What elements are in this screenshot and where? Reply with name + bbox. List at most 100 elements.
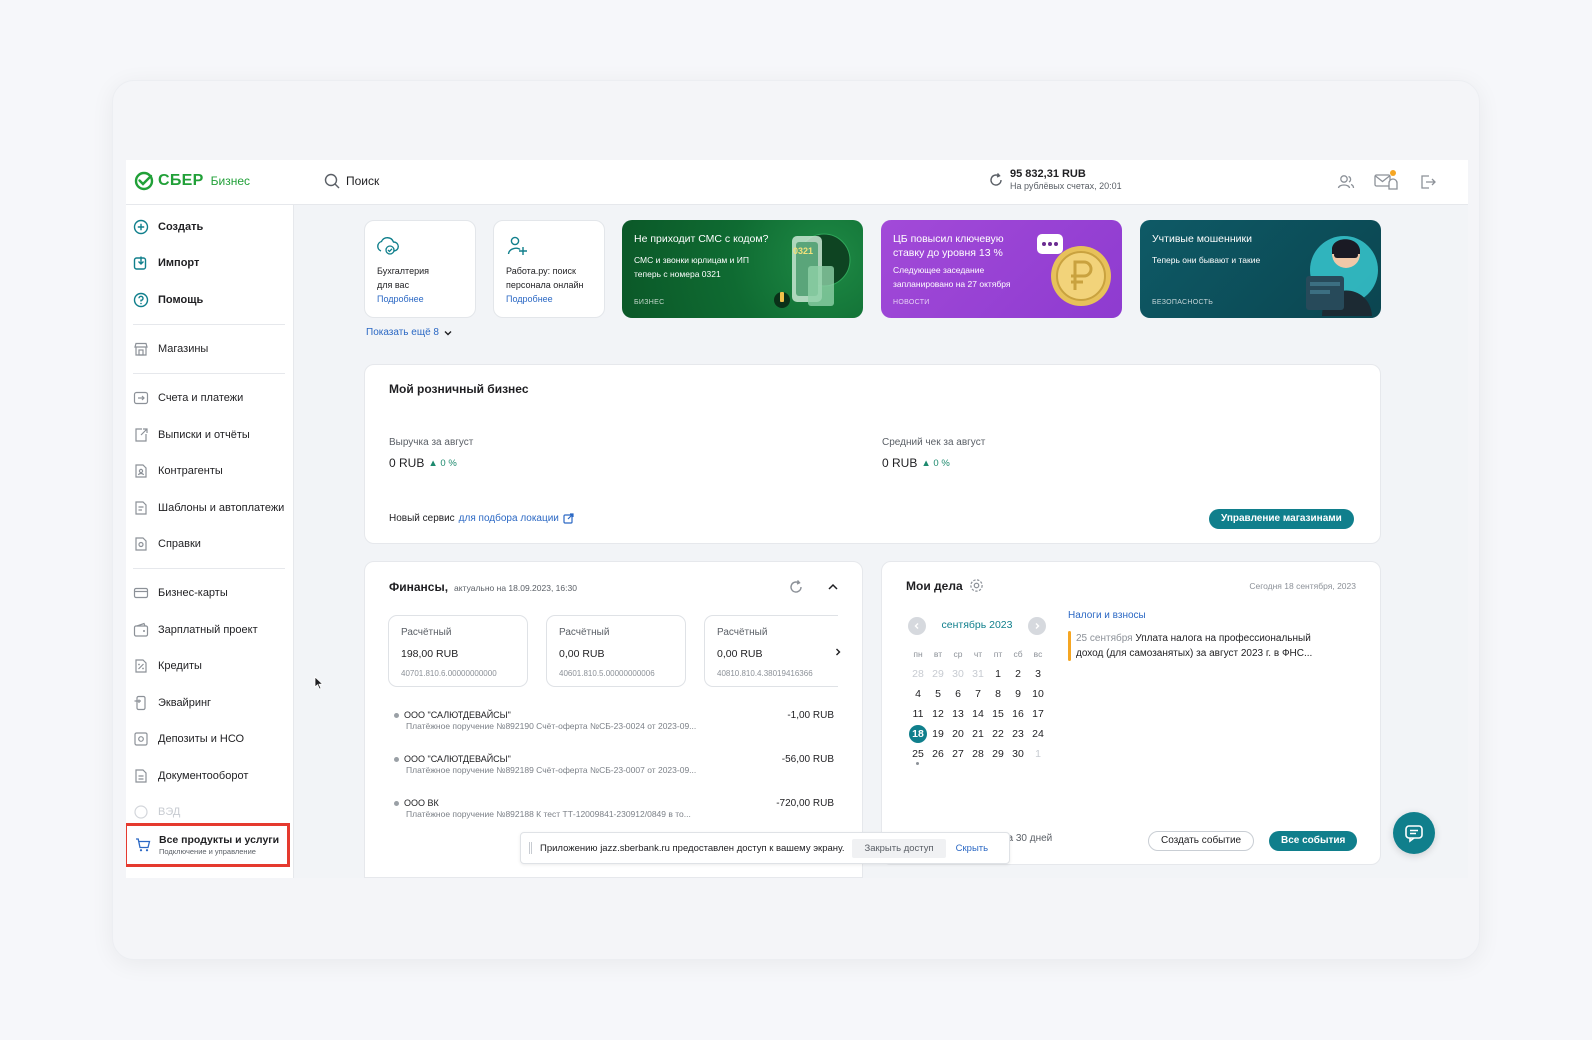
logout-icon[interactable]: [1418, 172, 1438, 192]
all-events-button[interactable]: Все события: [1269, 831, 1358, 851]
account-card[interactable]: Расчётный 0,00 RUB 40601.810.5.000000000…: [546, 615, 686, 687]
account-card[interactable]: Расчётный 0,00 RUB 40810.810.4.380194163…: [704, 615, 838, 687]
accounts-next-button[interactable]: [826, 640, 850, 664]
sidebar-item-acquiring[interactable]: Эквайринг: [133, 693, 211, 713]
calendar-day[interactable]: 6: [948, 685, 968, 703]
calendar-day[interactable]: 7: [968, 685, 988, 703]
chat-button[interactable]: [1393, 812, 1435, 854]
calendar-day[interactable]: 16: [1008, 705, 1028, 723]
calendar-day[interactable]: 19: [928, 725, 948, 743]
calendar-day[interactable]: 29: [928, 665, 948, 683]
sidebar-item-create[interactable]: Создать: [133, 217, 203, 237]
sidebar-item-ved[interactable]: ВЭД: [133, 802, 180, 822]
calendar-day[interactable]: 27: [948, 745, 968, 763]
calendar-day[interactable]: 10: [1028, 685, 1048, 703]
calendar-prev-button[interactable]: [908, 617, 926, 635]
calendar-weekday: пт: [993, 649, 1003, 659]
sidebar-item-credits[interactable]: Кредиты: [133, 656, 202, 676]
drag-handle[interactable]: [529, 842, 532, 854]
notifications-button[interactable]: [1374, 170, 1398, 192]
calendar-day[interactable]: 23: [1008, 725, 1028, 743]
promo-link[interactable]: Подробнее: [377, 292, 424, 306]
sidebar-divider: [133, 373, 285, 374]
calendar-day[interactable]: 30: [948, 665, 968, 683]
calendar-day[interactable]: 29: [988, 745, 1008, 763]
manage-shops-button[interactable]: Управление магазинами: [1209, 509, 1354, 529]
show-more-promos[interactable]: Показать ещё 8: [366, 327, 453, 338]
settings-icon[interactable]: [969, 578, 984, 593]
calendar-day[interactable]: 11: [908, 705, 928, 723]
cart-icon: [136, 838, 151, 852]
create-event-button[interactable]: Создать событие: [1148, 831, 1255, 851]
sidebar-item-label: Контрагенты: [158, 465, 223, 477]
promo-keyrate[interactable]: ЦБ повысил ключевую ставку до уровня 13 …: [881, 220, 1122, 318]
promo-sms[interactable]: Не приходит СМС с кодом? СМС и звонки юр…: [622, 220, 863, 318]
calendar-day[interactable]: 1: [988, 665, 1008, 683]
sidebar-item-accounts[interactable]: Счета и платежи: [133, 388, 243, 408]
calendar-day[interactable]: 2: [1008, 665, 1028, 683]
calendar-day[interactable]: 3: [1028, 665, 1048, 683]
sidebar-item-certificates[interactable]: Справки: [133, 534, 201, 554]
calendar-day[interactable]: 8: [988, 685, 1008, 703]
promo-link[interactable]: Подробнее: [506, 292, 553, 306]
calendar-day[interactable]: 17: [1028, 705, 1048, 723]
sidebar-item-templates[interactable]: Шаблоны и автоплатежи: [133, 498, 284, 518]
chevron-up-icon[interactable]: [827, 581, 839, 593]
template-icon: [133, 500, 149, 516]
calendar-day[interactable]: 25: [908, 745, 928, 763]
promo-accounting[interactable]: Бухгалтерия для вас Подробнее: [364, 220, 476, 318]
sidebar-item-cards[interactable]: Бизнес-карты: [133, 583, 228, 603]
account-card[interactable]: Расчётный 198,00 RUB 40701.810.6.0000000…: [388, 615, 528, 687]
calendar-day[interactable]: 12: [928, 705, 948, 723]
calendar-day[interactable]: 28: [968, 745, 988, 763]
calendar-month[interactable]: сентябрь 2023: [930, 619, 1024, 631]
calendar-day[interactable]: 1: [1028, 745, 1048, 763]
location-service-link[interactable]: для подбора локации: [459, 513, 559, 524]
calendar-day[interactable]: 13: [948, 705, 968, 723]
users-icon[interactable]: [1336, 172, 1356, 192]
sidebar-item-deposits[interactable]: Депозиты и НСО: [133, 729, 244, 749]
sidebar-item-statements[interactable]: Выписки и отчёты: [133, 425, 250, 445]
sidebar-item-help[interactable]: Помощь: [133, 290, 203, 310]
sidebar-item-counterparties[interactable]: Контрагенты: [133, 461, 223, 481]
sidebar-item-salary[interactable]: Зарплатный проект: [133, 620, 258, 640]
stop-sharing-button[interactable]: Закрыть доступ: [852, 838, 946, 858]
calendar-day[interactable]: 28: [908, 665, 928, 683]
calendar-day[interactable]: 30: [1008, 745, 1028, 763]
calendar-day[interactable]: 9: [1008, 685, 1028, 703]
search-input[interactable]: Поиск: [324, 173, 379, 189]
help-icon: [133, 292, 149, 308]
calendar-day[interactable]: 4: [908, 685, 928, 703]
sidebar-item-label: Кредиты: [158, 660, 202, 672]
external-link-icon[interactable]: [563, 513, 574, 524]
sidebar-item-docs[interactable]: Документооборот: [133, 766, 248, 786]
transaction-amount: -56,00 RUB: [781, 754, 834, 765]
promo-fraud[interactable]: Учтивые мошенники Теперь они бывают и та…: [1140, 220, 1381, 318]
calendar-next-button[interactable]: [1028, 617, 1046, 635]
tasks-event[interactable]: 25 сентября Уплата налога на профессиона…: [1076, 631, 1366, 661]
tasks-category[interactable]: Налоги и взносы: [1068, 610, 1146, 621]
calendar-day[interactable]: 24: [1028, 725, 1048, 743]
promo-rabota[interactable]: Работа.ру: поиск персонала онлайн Подроб…: [493, 220, 605, 318]
refresh-icon[interactable]: [988, 172, 1004, 188]
calendar-day[interactable]: 5: [928, 685, 948, 703]
calendar-day[interactable]: 15: [988, 705, 1008, 723]
calendar-day[interactable]: 22: [988, 725, 1008, 743]
refresh-icon[interactable]: [788, 579, 804, 595]
screen-share-bar: Приложению jazz.sberbank.ru предоставлен…: [520, 832, 1010, 864]
balance-widget[interactable]: 95 832,31 RUB На рублёвых счетах, 20:01: [988, 168, 1122, 191]
logo[interactable]: СБЕР Бизнес: [134, 171, 250, 191]
sidebar-item-import[interactable]: Импорт: [133, 253, 199, 273]
calendar-day[interactable]: 20: [948, 725, 968, 743]
hide-share-bar-button[interactable]: Скрыть: [956, 843, 988, 854]
calendar-day[interactable]: 26: [928, 745, 948, 763]
all-products-subtitle: Подключение и управление: [159, 847, 256, 856]
logo-text: СБЕР: [158, 172, 204, 189]
all-products-button[interactable]: Все продукты и услуги Подключение и упра…: [126, 823, 290, 867]
calendar-day[interactable]: 21: [968, 725, 988, 743]
calendar-day[interactable]: 31: [968, 665, 988, 683]
calendar-day[interactable]: 14: [968, 705, 988, 723]
calendar-weekday: ср: [953, 649, 963, 659]
sidebar-item-shops[interactable]: Магазины: [133, 339, 208, 359]
calendar-day-today[interactable]: 18: [909, 725, 927, 743]
